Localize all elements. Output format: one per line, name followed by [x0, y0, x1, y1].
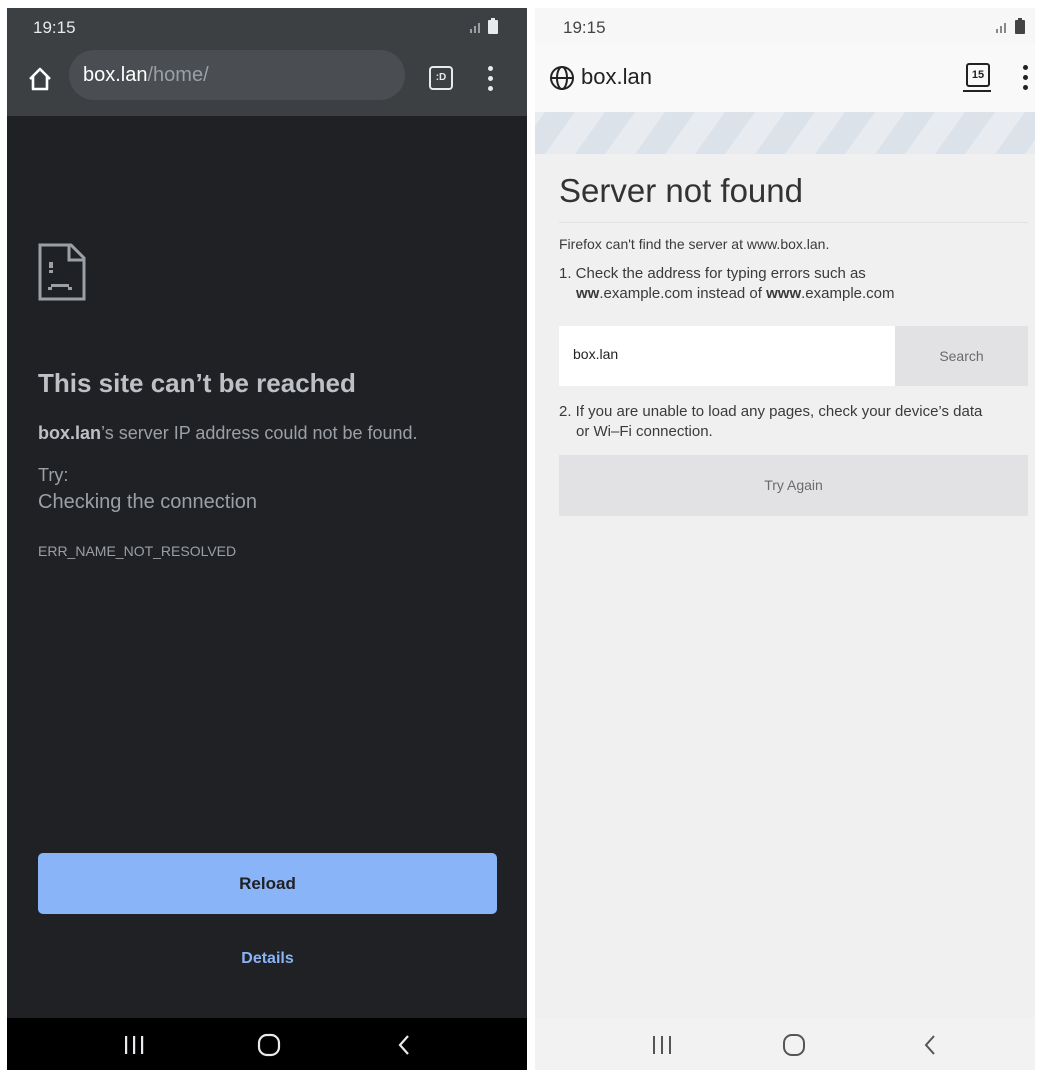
step-2-line-2: or Wi–Fi connection. [576, 423, 713, 440]
warning-stripes [535, 112, 1035, 154]
signal-icon [996, 23, 1006, 33]
battery-icon [1015, 18, 1025, 34]
nav-bar [7, 1018, 527, 1070]
back-icon[interactable] [396, 1033, 412, 1057]
overflow-menu-icon[interactable] [1019, 63, 1033, 95]
page-title: Server not found [559, 172, 803, 209]
tab-counter-underline [963, 90, 991, 92]
recents-icon[interactable] [650, 1034, 674, 1056]
url-path: /home/ [147, 64, 209, 86]
step-2-line-1: 2. If you are unable to load any pages, … [559, 403, 983, 420]
home-icon[interactable] [27, 66, 53, 92]
error-description-text: ’s server IP address could not be found. [101, 423, 418, 443]
firefox-screen: 19:15 box.lan 15 Server not found Firefo… [535, 8, 1035, 1070]
step-1-end: .example.com [801, 285, 895, 302]
error-code: ERR_NAME_NOT_RESOLVED [38, 543, 237, 559]
try-label: Try: [38, 465, 69, 485]
error-title: This site can’t be reached [38, 368, 356, 398]
url-text: box.lan/home/ [83, 64, 209, 87]
divider [559, 222, 1028, 223]
url-host: box.lan [83, 64, 148, 86]
try-again-button[interactable]: Try Again [559, 455, 1028, 516]
tab-switcher-icon[interactable]: :D [429, 66, 453, 90]
reload-button[interactable]: Reload [38, 853, 497, 914]
signal-icon [470, 23, 480, 33]
toolbar: box.lan/home/ :D [7, 44, 527, 116]
globe-icon[interactable] [549, 65, 575, 91]
step-1-ww: ww [576, 285, 600, 302]
url-text[interactable]: box.lan [581, 64, 652, 90]
details-button[interactable]: Details [38, 950, 497, 968]
search-button[interactable]: Search [895, 326, 1028, 386]
recents-icon[interactable] [122, 1034, 146, 1056]
status-time: 19:15 [563, 18, 606, 37]
step-2: 2. If you are unable to load any pages, … [559, 402, 1028, 442]
step-1-www: www [766, 285, 802, 302]
step-1-mid: .example.com instead of [599, 285, 767, 302]
nav-bar [535, 1018, 1035, 1070]
toolbar: box.lan 15 [535, 44, 1035, 112]
suggestion-item: Checking the connection [38, 491, 258, 513]
nav-home-icon[interactable] [782, 1033, 806, 1057]
url-search-input[interactable]: box.lan [559, 326, 895, 386]
nav-home-icon[interactable] [257, 1033, 281, 1057]
step-1: 1. Check the address for typing errors s… [559, 264, 1028, 304]
overflow-menu-icon[interactable] [481, 64, 501, 96]
url-search-value: box.lan [573, 346, 619, 362]
tab-counter-icon[interactable]: 15 [966, 63, 990, 87]
address-bar[interactable]: box.lan/home/ [69, 50, 405, 100]
back-icon[interactable] [922, 1033, 938, 1057]
status-bar: 19:15 [7, 8, 527, 44]
error-host: box.lan [38, 423, 102, 443]
chrome-screen: 19:15 box.lan/home/ :D This site can’t b… [7, 8, 527, 1070]
sad-page-icon [38, 243, 86, 301]
intro-text: Firefox can't find the server at www.box… [559, 236, 830, 252]
step-1-line-1: 1. Check the address for typing errors s… [559, 265, 866, 282]
status-bar: 19:15 [535, 8, 1035, 44]
step-1-line-2: ww.example.com instead of www.example.co… [559, 284, 1028, 304]
error-description: box.lan’s server IP address could not be… [38, 423, 418, 444]
battery-icon [488, 18, 498, 34]
status-time: 19:15 [33, 18, 76, 37]
